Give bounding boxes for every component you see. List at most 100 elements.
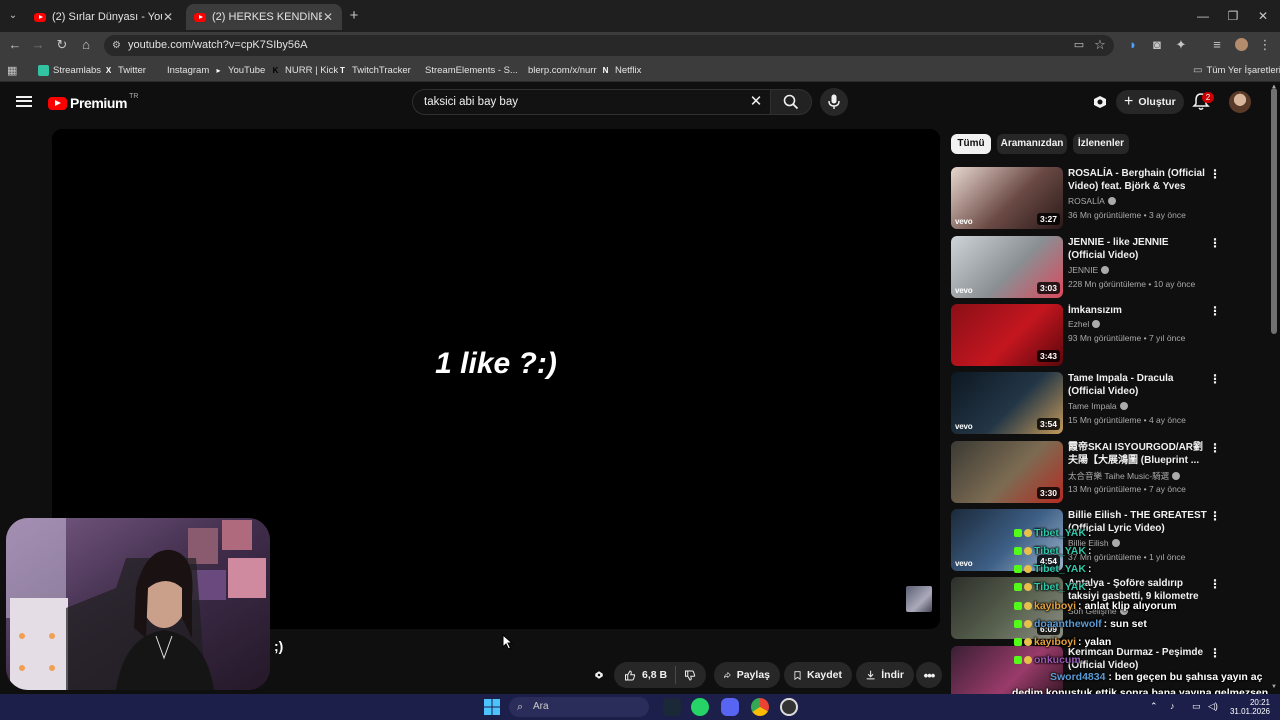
menu-icon[interactable] — [16, 93, 32, 109]
channel-name[interactable]: Ezhel — [1068, 319, 1101, 329]
extensions-puzzle-icon[interactable]: ✦ — [1172, 36, 1190, 54]
browser-tab-1[interactable]: (2) Sırlar Dünyası - YouTube ✕ — [26, 4, 182, 30]
page-scrollbar[interactable] — [1271, 88, 1277, 334]
view-count: 228 Mn görüntüleme — [1068, 279, 1146, 289]
forward-icon[interactable]: → — [29, 36, 47, 54]
video-thumbnail[interactable]: 3:30 — [951, 441, 1063, 503]
extension-icon[interactable]: ◙ — [1148, 36, 1166, 54]
more-options-icon[interactable]: ⋮ — [1209, 509, 1221, 523]
recommendation-item[interactable]: vevo 3:03 JENNIE - like JENNIE (Official… — [951, 236, 1267, 298]
bookmark-blerp[interactable]: blerp.com/x/nurr — [513, 63, 597, 77]
restore-icon[interactable]: ❐ — [1218, 6, 1248, 26]
share-button[interactable]: Paylaş — [714, 662, 780, 688]
premium-badge-button[interactable] — [590, 662, 614, 688]
bookmark-twitter[interactable]: X Twitter — [103, 63, 146, 77]
video-thumbnail[interactable]: vevo 3:03 — [951, 236, 1063, 298]
channel-name[interactable]: JENNIE — [1068, 265, 1110, 275]
more-options-icon[interactable]: ⋮ — [1209, 304, 1221, 318]
bookmark-netflix[interactable]: N Netflix — [600, 63, 642, 77]
recommendation-item[interactable]: vevo 4:54 Billie Eilish - THE GREATEST (… — [951, 509, 1267, 571]
taskbar-search[interactable]: ⌕ Ara — [509, 697, 649, 717]
scroll-up-icon[interactable]: ▲ — [1271, 84, 1277, 90]
recommendation-item[interactable]: vevo 3:54 Tame Impala - Dracula (Officia… — [951, 372, 1267, 434]
new-tab-icon[interactable]: + — [346, 8, 362, 24]
recommendation-item[interactable]: 3:43 İmkansızım Ezhel 93 Mn görüntüleme … — [951, 304, 1267, 366]
extension-icon[interactable]: ◗ — [1124, 36, 1142, 54]
bookmark-instagram[interactable]: Instagram — [152, 63, 209, 77]
chrome-icon[interactable] — [751, 698, 769, 716]
network-icon[interactable]: ▭ — [1192, 702, 1201, 711]
chip-watched[interactable]: İzlenenler — [1073, 134, 1129, 154]
save-button[interactable]: Kaydet — [784, 662, 852, 688]
browser-tab-2-active[interactable]: (2) HERKES KENDİNE YAKIŞANI ✕ — [186, 4, 342, 30]
more-options-icon[interactable]: ⋮ — [1209, 577, 1221, 591]
apps-grid-icon[interactable]: ▦ — [7, 63, 17, 77]
browser-menu-icon[interactable]: ⋮ — [1256, 36, 1274, 54]
reload-icon[interactable]: ↻ — [53, 36, 71, 54]
tray-chevron-icon[interactable]: ⌃ — [1150, 702, 1158, 711]
tab-search-icon[interactable]: ⌄ — [6, 8, 20, 24]
video-title[interactable]: 霞帝SKAI ISYOURGOD/AR劉夫陽【大展鴻圖 (Blueprint .… — [1068, 441, 1208, 467]
clear-search-icon[interactable]: ✕ — [748, 94, 764, 110]
more-actions-button[interactable]: ••• — [916, 662, 942, 688]
video-title[interactable]: JENNIE - like JENNIE (Official Video) — [1068, 236, 1208, 262]
search-input[interactable]: taksici abi bay bay ✕ — [412, 89, 770, 115]
voice-search-button[interactable] — [820, 88, 848, 116]
volume-icon[interactable]: ◁) — [1208, 702, 1218, 711]
bookmark-youtube[interactable]: ▸ YouTube — [213, 63, 265, 77]
microphone-tray-icon[interactable]: ♪ — [1170, 702, 1175, 711]
close-window-icon[interactable]: ✕ — [1248, 6, 1278, 26]
minimize-icon[interactable]: — — [1188, 6, 1218, 26]
media-control-icon[interactable]: ≡ — [1208, 36, 1226, 54]
steam-icon[interactable] — [663, 698, 681, 716]
clock[interactable]: 20:21 31.01.2026 — [1226, 698, 1270, 716]
cast-icon[interactable]: ▭ — [1070, 36, 1088, 54]
video-title[interactable]: Tame Impala - Dracula (Official Video) — [1068, 372, 1208, 398]
channel-name[interactable]: 太合音樂 Taihe Music-騎選 — [1068, 470, 1181, 482]
channel-name[interactable]: Tame Impala — [1068, 401, 1128, 411]
more-options-icon[interactable]: ⋮ — [1209, 236, 1221, 250]
logo-wordmark: Premium — [70, 95, 128, 111]
address-bar[interactable]: ⚙ youtube.com/watch?v=cpK7SIby56A — [104, 35, 1114, 56]
like-thumb-icon[interactable] — [624, 668, 636, 683]
bookmark-kick[interactable]: K NURR | Kick — [270, 63, 339, 77]
back-icon[interactable]: ← — [6, 36, 24, 54]
close-tab-icon[interactable]: ✕ — [162, 10, 174, 24]
home-icon[interactable]: ⌂ — [77, 36, 95, 54]
recommendation-item[interactable]: 3:30 霞帝SKAI ISYOURGOD/AR劉夫陽【大展鴻圖 (Bluepr… — [951, 441, 1267, 503]
video-thumbnail[interactable]: vevo 3:54 — [951, 372, 1063, 434]
bookmark-streamlabs[interactable]: Streamlabs — [38, 63, 101, 77]
account-avatar[interactable] — [1229, 91, 1251, 113]
bookmark-star-icon[interactable]: ☆ — [1091, 36, 1109, 54]
chip-from-search[interactable]: Aramanızdan — [997, 134, 1067, 154]
video-thumbnail[interactable]: vevo 3:27 — [951, 167, 1063, 229]
dislike-thumb-icon[interactable] — [684, 668, 696, 683]
more-options-icon[interactable]: ⋮ — [1209, 441, 1221, 455]
bookmark-twitchtracker[interactable]: T TwitchTracker — [337, 63, 411, 77]
cast-premium-icon[interactable] — [1090, 92, 1110, 112]
video-thumbnail[interactable]: vevo 4:54 — [951, 509, 1063, 571]
create-button[interactable]: + Oluştur — [1116, 90, 1184, 114]
video-thumbnail[interactable]: 3:43 — [951, 304, 1063, 366]
channel-name[interactable]: ROSALÍA — [1068, 196, 1116, 206]
more-options-icon[interactable]: ⋮ — [1209, 167, 1221, 181]
discord-icon[interactable] — [721, 698, 739, 716]
all-bookmarks-folder[interactable]: ▭ Tüm Yer İşaretleri — [1193, 63, 1280, 77]
more-options-icon[interactable]: ⋮ — [1209, 372, 1221, 386]
download-button[interactable]: İndir — [856, 662, 914, 688]
recommendation-item[interactable]: vevo 3:27 ROSALÍA - Berghain (Official V… — [951, 167, 1267, 229]
site-info-icon[interactable]: ⚙ — [110, 39, 123, 52]
video-title[interactable]: İmkansızım — [1068, 304, 1208, 317]
video-title[interactable]: ROSALÍA - Berghain (Official Video) feat… — [1068, 167, 1208, 193]
chip-all[interactable]: Tümü — [951, 134, 991, 154]
windows-start-icon[interactable] — [483, 698, 501, 716]
bookmark-streamelements[interactable]: StreamElements - S... — [410, 63, 518, 77]
end-card-thumbnail[interactable] — [906, 586, 932, 612]
obs-icon[interactable] — [780, 698, 798, 716]
close-tab-icon[interactable]: ✕ — [322, 10, 334, 24]
whatsapp-icon[interactable] — [691, 698, 709, 716]
more-options-icon[interactable]: ⋮ — [1209, 646, 1221, 660]
profile-icon[interactable] — [1232, 36, 1250, 54]
search-button[interactable] — [770, 89, 812, 115]
youtube-premium-logo[interactable]: Premium TR — [48, 93, 138, 112]
